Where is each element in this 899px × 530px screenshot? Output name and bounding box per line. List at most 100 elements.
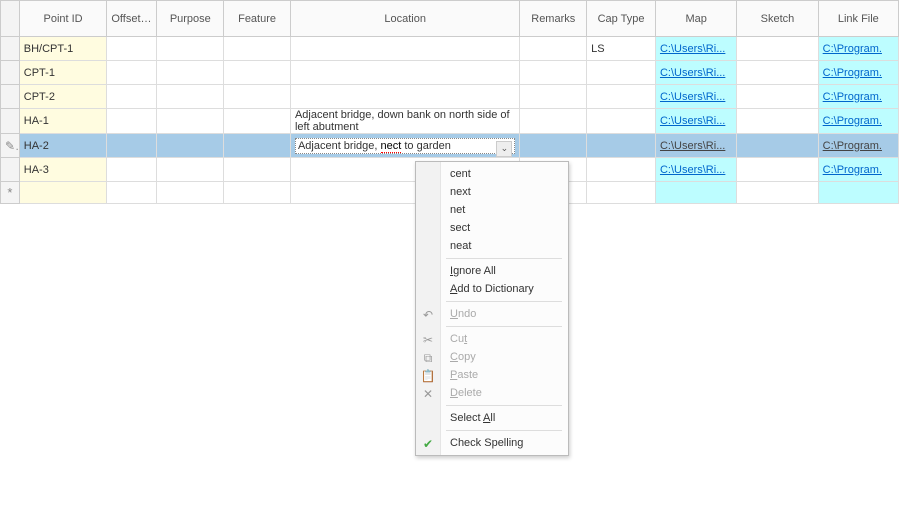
linkfile-link[interactable]: C:\Program. [823,140,882,152]
check-spelling-item[interactable]: ✔ Check Spelling [416,434,568,452]
cell-point-id[interactable]: HA-3 [19,158,107,182]
cell-map[interactable]: C:\Users\Ri... [655,134,736,158]
cell-remarks[interactable] [520,61,587,85]
cell[interactable] [224,37,291,61]
linkfile-link[interactable]: C:\Program. [823,164,882,176]
cell-sketch[interactable] [737,134,818,158]
table-row[interactable]: CPT-1 C:\Users\Ri... C:\Program. [1,61,899,85]
col-remarks[interactable]: Remarks [520,1,587,37]
cell[interactable] [107,158,157,182]
map-link[interactable]: C:\Users\Ri... [660,140,725,152]
cell-location[interactable] [290,37,519,61]
cell[interactable] [157,182,224,204]
cell-cap-type[interactable] [587,134,656,158]
cell[interactable] [157,61,224,85]
suggestion-item[interactable]: neat [416,237,568,255]
col-point-id[interactable]: Point ID [19,1,107,37]
cell[interactable] [107,37,157,61]
cell[interactable] [224,134,291,158]
cell[interactable] [737,182,818,204]
cell[interactable] [587,182,656,204]
cell[interactable] [818,182,898,204]
cell[interactable] [107,182,157,204]
table-row[interactable]: ✎HA-2Adjacent bridge, nect to garden⌄C:\… [1,134,899,158]
cell-remarks[interactable] [520,85,587,109]
col-link-file[interactable]: Link File [818,1,898,37]
cell-point-id[interactable]: CPT-1 [19,61,107,85]
cell[interactable] [157,109,224,134]
cell[interactable] [224,61,291,85]
cell[interactable] [107,134,157,158]
cell-location[interactable] [290,61,519,85]
map-link[interactable]: C:\Users\Ri... [660,67,725,79]
location-edit-input[interactable]: Adjacent bridge, nect to garden⌄ [295,138,515,154]
suggestion-item[interactable]: next [416,183,568,201]
cell-sketch[interactable] [737,85,818,109]
cell-link-file[interactable]: C:\Program. [818,109,898,134]
cell-map[interactable]: C:\Users\Ri... [655,61,736,85]
linkfile-link[interactable]: C:\Program. [823,67,882,79]
select-all-item[interactable]: Select All [416,409,568,427]
cell-link-file[interactable]: C:\Program. [818,61,898,85]
cell-map[interactable]: C:\Users\Ri... [655,85,736,109]
cell-point-id[interactable]: HA-1 [19,109,107,134]
cell-point-id[interactable]: HA-2 [19,134,107,158]
map-link[interactable]: C:\Users\Ri... [660,43,725,55]
cell-remarks[interactable] [520,134,587,158]
suggestion-item[interactable]: cent [416,165,568,183]
cell[interactable] [157,37,224,61]
cell-remarks[interactable] [520,109,587,134]
cell-sketch[interactable] [737,158,818,182]
cell-cap-type[interactable] [587,85,656,109]
cell[interactable] [224,109,291,134]
cell[interactable] [107,109,157,134]
table-row[interactable]: HA-1 Adjacent bridge, down bank on north … [1,109,899,134]
cell-link-file[interactable]: C:\Program. [818,158,898,182]
linkfile-link[interactable]: C:\Program. [823,115,882,127]
linkfile-link[interactable]: C:\Program. [823,43,882,55]
cell[interactable] [157,134,224,158]
cell-location[interactable]: Adjacent bridge, down bank on north side… [290,109,519,134]
cell-point-id[interactable]: CPT-2 [19,85,107,109]
map-link[interactable]: C:\Users\Ri... [660,164,725,176]
cell-location[interactable] [290,85,519,109]
table-row[interactable]: CPT-2 C:\Users\Ri... C:\Program. [1,85,899,109]
cell-map[interactable]: C:\Users\Ri... [655,109,736,134]
add-to-dictionary-item[interactable]: Add to Dictionary [416,280,568,298]
dropdown-icon[interactable]: ⌄ [496,141,512,157]
cell-map[interactable]: C:\Users\Ri... [655,158,736,182]
table-row[interactable]: BH/CPT-1LSC:\Users\Ri...C:\Program. [1,37,899,61]
suggestion-item[interactable]: net [416,201,568,219]
cell[interactable] [224,85,291,109]
cell-remarks[interactable] [520,37,587,61]
cell-link-file[interactable]: C:\Program. [818,85,898,109]
cell-map[interactable]: C:\Users\Ri... [655,37,736,61]
cell[interactable] [107,85,157,109]
map-link[interactable]: C:\Users\Ri... [660,91,725,103]
col-map[interactable]: Map [655,1,736,37]
cell-location[interactable]: Adjacent bridge, nect to garden⌄ [290,134,519,158]
cell-sketch[interactable] [737,61,818,85]
col-location[interactable]: Location [290,1,519,37]
cell[interactable] [655,182,736,204]
cell-cap-type[interactable] [587,61,656,85]
linkfile-link[interactable]: C:\Program. [823,91,882,103]
cell-link-file[interactable]: C:\Program. [818,37,898,61]
col-sketch[interactable]: Sketch [737,1,818,37]
cell[interactable] [107,61,157,85]
cell-cap-type[interactable] [587,158,656,182]
col-feature[interactable]: Feature [224,1,291,37]
col-offset[interactable]: Offset (m) [107,1,157,37]
col-cap-type[interactable]: Cap Type [587,1,656,37]
cell-sketch[interactable] [737,109,818,134]
cell[interactable] [157,158,224,182]
cell-sketch[interactable] [737,37,818,61]
cell-link-file[interactable]: C:\Program. [818,134,898,158]
map-link[interactable]: C:\Users\Ri... [660,115,725,127]
cell[interactable] [224,158,291,182]
cell[interactable] [224,182,291,204]
ignore-all-item[interactable]: Ignore All [416,262,568,280]
cell[interactable] [19,182,107,204]
col-purpose[interactable]: Purpose [157,1,224,37]
cell-cap-type[interactable]: LS [587,37,656,61]
